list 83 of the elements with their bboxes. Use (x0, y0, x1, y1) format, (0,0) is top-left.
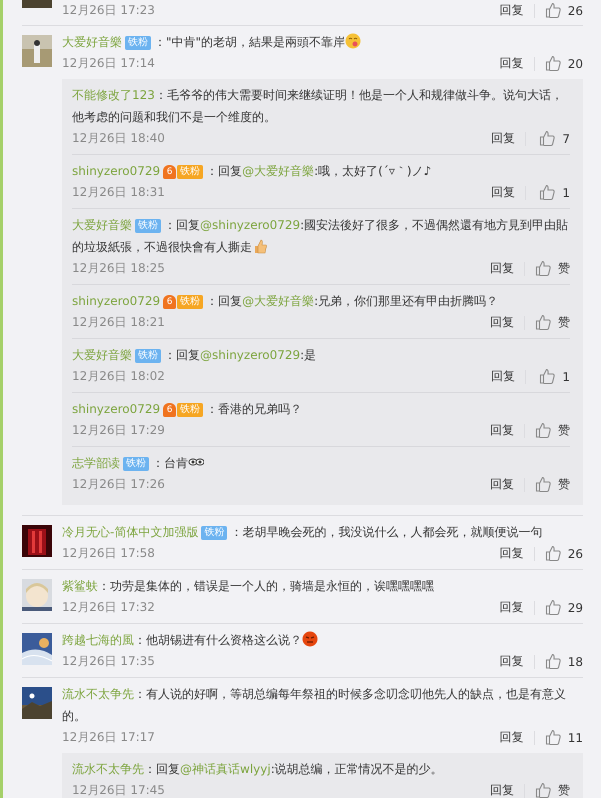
comment-text: shinyzero0729 6 铁粉 ：回复@大爱好音樂:兄弟，你们那里还有甲由折腾吗？ (72, 293, 500, 311)
timestamp: 12月26日 17:26 (72, 476, 165, 493)
comment-text: 流水不太争先：回复@神话真话wlyyj:说胡总编，正常情况不是的少。 (72, 761, 444, 778)
timestamp: 12月26日 18:21 (72, 314, 165, 331)
reply-link[interactable]: 回复 (490, 314, 514, 331)
fan-badge: 铁粉 (177, 294, 204, 309)
timestamp: 12月26日 17:32 (62, 599, 155, 616)
thumbs-up-icon (539, 368, 556, 385)
timestamp: 12月26日 17:35 (62, 653, 155, 670)
reply-link[interactable]: 回复 (491, 130, 515, 147)
comment-text: 流水不太争先：有人说的好啊，等胡总编每年祭祖的时候多念叨念叨他先人的缺点，也是有意义的。 (62, 686, 567, 725)
like-button[interactable]: 26 (544, 545, 583, 562)
reply-link[interactable]: 回复 (500, 729, 524, 746)
reply-link[interactable]: 回复 (490, 782, 514, 798)
like-button[interactable]: 26 (544, 2, 583, 19)
like-button[interactable]: 1 (536, 368, 570, 385)
thumbs-up-icon (535, 260, 552, 277)
thumbs-up-icon (535, 422, 552, 439)
fan-badge: 铁粉 (177, 164, 204, 179)
like-button[interactable]: 20 (544, 55, 583, 72)
thumbs-up-icon (544, 599, 562, 616)
thumbs-up-icon (539, 184, 556, 201)
like-button[interactable]: 赞 (535, 314, 570, 331)
timestamp: 12月26日 18:40 (72, 130, 165, 147)
timestamp: 12月26日 17:58 (62, 545, 155, 562)
reply-link[interactable]: 回复 (500, 545, 524, 562)
comment-text: 志学韶读 铁粉 ：台肯 (72, 452, 570, 474)
thumbs-up-icon (544, 2, 562, 19)
comment-text: 不能修改了123：毛爷爷的伟大需要时间来继续证明！他是一个人和规律做斗争。说句大话，他考虑的问题和我们不是一个维度的。 (72, 87, 564, 126)
comment-text: 冷月无心-简体中文加强版 铁粉 ：老胡早晚会死的，我没说什么，人都会死，就顺便说一句 (62, 524, 544, 542)
reply-link[interactable]: 回复 (490, 476, 514, 493)
like-button[interactable]: 赞 (535, 422, 570, 439)
fan-badge: 铁粉 (123, 456, 149, 471)
thumbs-up-icon (535, 476, 552, 493)
drooling-face-icon (345, 32, 362, 49)
reply-link[interactable]: 回复 (500, 653, 524, 670)
fan-level-icon: 6 (163, 164, 176, 179)
thumbs-up-icon (544, 653, 562, 670)
like-button[interactable]: 赞 (535, 782, 570, 798)
timestamp: 12月26日 18:02 (72, 368, 165, 385)
like-button[interactable]: 赞 (535, 476, 570, 493)
reply-link[interactable]: 回复 (500, 599, 524, 616)
like-button[interactable]: 11 (544, 729, 583, 746)
comment-text: 大爱好音樂 铁粉 ：回复@shinyzero0729:國安法後好了很多，不過偶然還有地方見到甲由貼的垃圾紙張，不過很快會有人撕走 (72, 217, 570, 256)
comment-text: 大爱好音樂 铁粉 ：回复@shinyzero0729:是 (72, 347, 318, 365)
thumbs-up-icon (544, 729, 562, 746)
fan-level-icon: 6 (163, 294, 176, 309)
thumbs-up-icon (544, 55, 562, 72)
timestamp: 12月26日 17:29 (72, 422, 165, 439)
comment-text: 大爱好音樂 铁粉 ："中肯"的老胡，結果是兩頭不靠岸 (62, 31, 583, 53)
like-button[interactable]: 29 (544, 599, 583, 616)
fan-level-icon: 6 (163, 402, 176, 417)
timestamp: 12月26日 17:45 (72, 782, 165, 798)
timestamp: 12月26日 17:17 (62, 729, 155, 746)
like-button[interactable]: 18 (544, 653, 583, 670)
reply-link[interactable]: 回复 (490, 422, 514, 439)
thumbs-up-icon (252, 238, 268, 254)
fan-badge: 铁粉 (201, 526, 228, 540)
thumbs-up-icon (535, 314, 552, 331)
timestamp: 12月26日 18:25 (72, 260, 165, 277)
reply-link[interactable]: 回复 (491, 368, 515, 385)
comment-text: shinyzero0729 6 铁粉 ：回复@大爱好音樂:哦，太好了(´▿｀)ノ♪ (72, 163, 432, 181)
like-button[interactable]: 1 (536, 184, 570, 201)
thumbs-up-icon (535, 782, 552, 798)
like-button[interactable]: 赞 (535, 260, 570, 277)
thumbs-up-icon (539, 130, 556, 147)
timestamp: 12月26日 17:14 (62, 55, 155, 72)
comment-text: 跨越七海的風：他胡锡进有什么资格这么说？ (62, 629, 583, 651)
fan-badge: 铁粉 (135, 218, 161, 233)
reply-link[interactable]: 回复 (500, 2, 524, 19)
angry-face-icon (302, 630, 318, 647)
timestamp: 12月26日 17:23 (62, 2, 155, 19)
reply-link[interactable]: 回复 (500, 55, 524, 72)
fan-badge: 铁粉 (135, 348, 161, 363)
fan-badge: 铁粉 (125, 36, 151, 50)
like-button[interactable]: 7 (536, 130, 570, 147)
thumbs-up-icon (544, 545, 562, 562)
reply-link[interactable]: 回复 (490, 260, 514, 277)
reply-link[interactable]: 回复 (491, 184, 515, 201)
comment-text: shinyzero0729 6 铁粉 ：香港的兄弟吗？ (72, 401, 304, 419)
comment-text: 紫鲨蚨：功劳是集体的，错误是一个人的，骑墙是永恒的，诶嘿嘿嘿嘿 (62, 578, 435, 595)
fan-badge: 铁粉 (177, 402, 204, 417)
timestamp: 12月26日 18:31 (72, 184, 165, 201)
